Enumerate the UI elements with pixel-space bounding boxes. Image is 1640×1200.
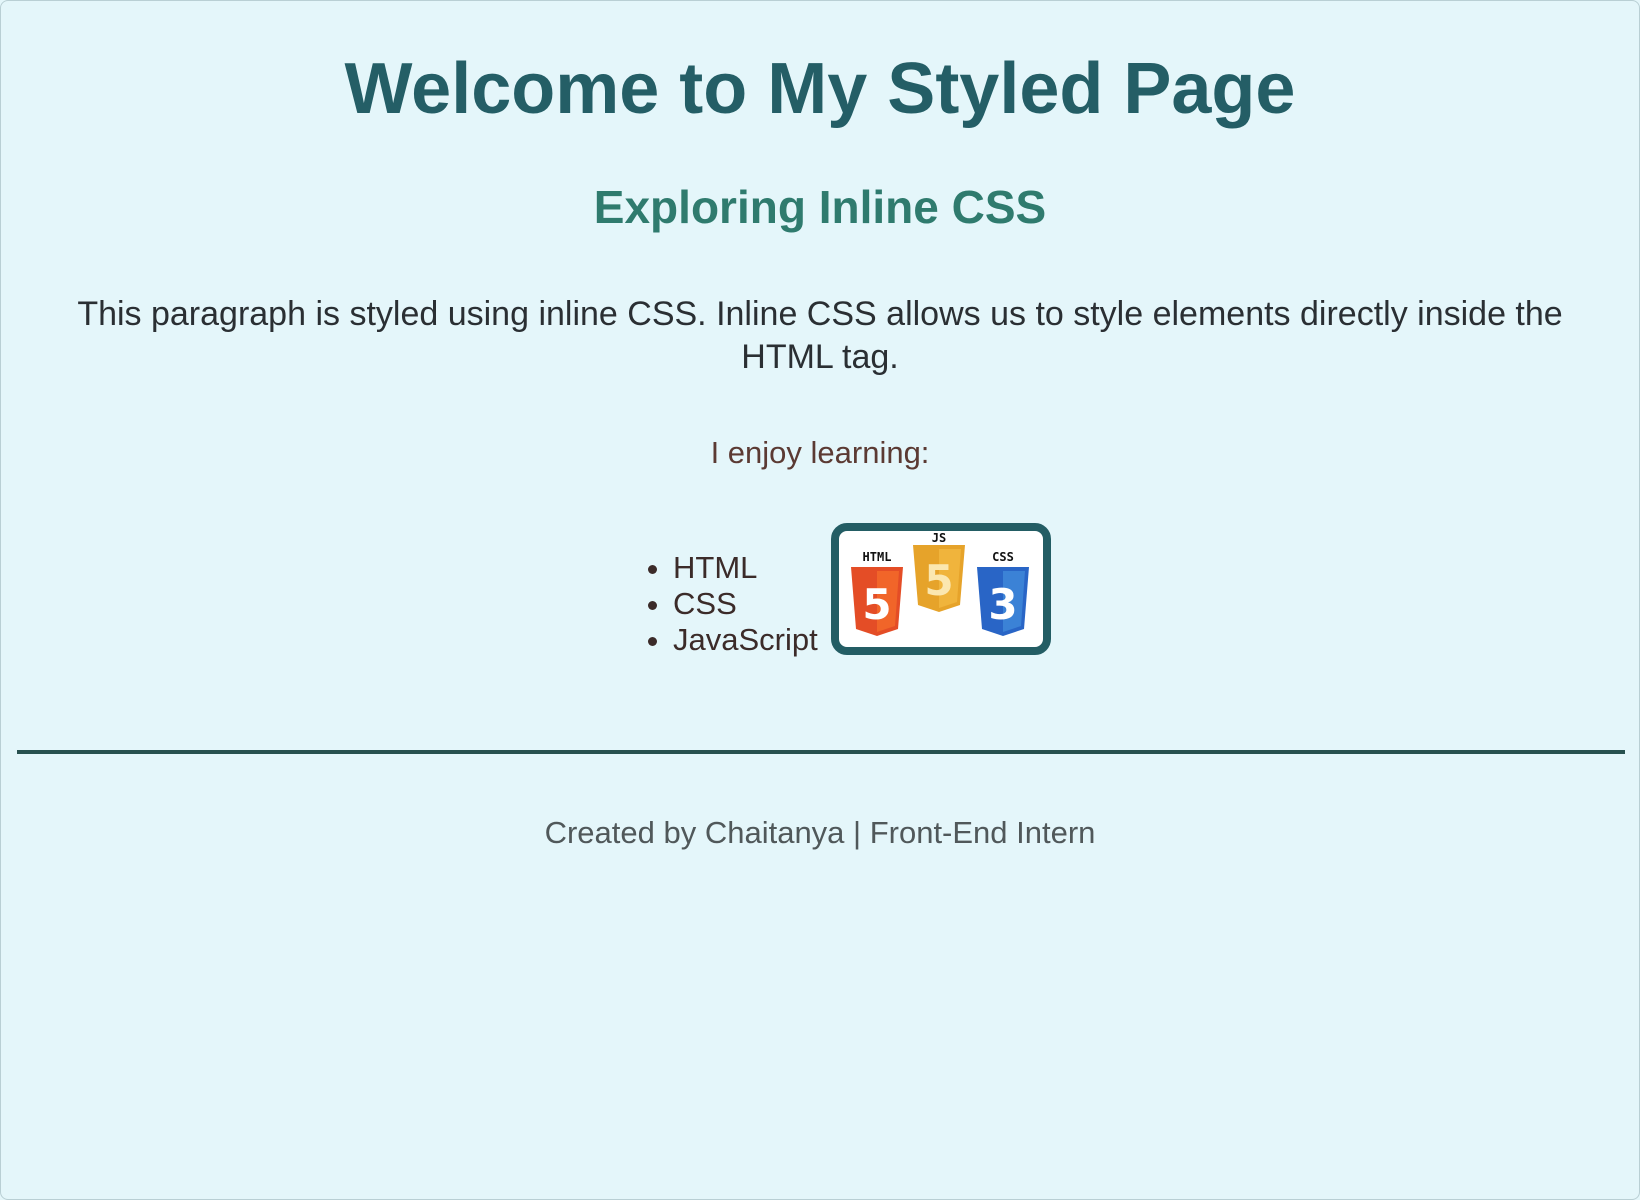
js-number: 5 [924,556,953,605]
list-item: HTML [673,550,818,586]
page-title: Welcome to My Styled Page [344,49,1296,129]
html5-shield-icon: HTML 5 [851,550,903,636]
web-tech-logo-image: HTML 5 JS 5 CSS 3 [831,523,1051,655]
html-number: 5 [862,580,891,629]
js-label: JS [932,531,946,545]
css3-shield-icon: CSS 3 [977,550,1029,636]
horizontal-divider [17,750,1625,754]
enjoy-learning-label: I enjoy learning: [710,435,930,470]
list-item: JavaScript [673,622,818,658]
skills-list: HTML CSS JavaScript [637,550,818,658]
css-number: 3 [988,580,1017,629]
web-tech-logos-svg: HTML 5 JS 5 CSS 3 [851,531,1029,636]
page-subtitle: Exploring Inline CSS [593,181,1047,233]
page: Welcome to My Styled Page Exploring Inli… [1,1,1639,1199]
tech-row: HTML CSS JavaScript HTML 5 JS 5 [1,523,1639,657]
css-label: CSS [992,550,1014,564]
intro-paragraph: This paragraph is styled using inline CS… [77,295,1563,376]
javascript-shield-icon: JS 5 [913,531,965,612]
html-label: HTML [863,550,892,564]
list-item: CSS [673,586,818,622]
footer-credit: Created by Chaitanya | Front-End Intern [544,815,1096,850]
